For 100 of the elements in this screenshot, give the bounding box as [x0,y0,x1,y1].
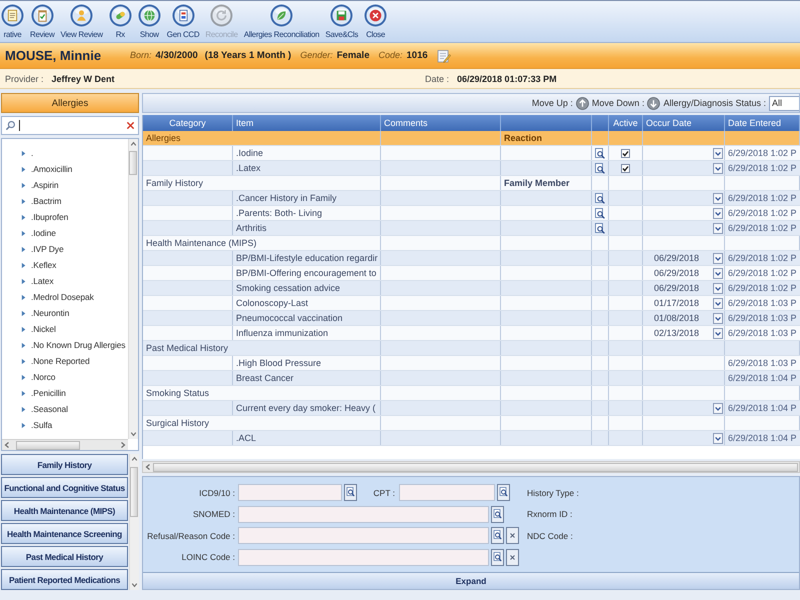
table-row[interactable]: Past Medical History [143,341,800,356]
toolbar-button[interactable]: Gen CCD [166,4,200,39]
close-icon[interactable] [506,527,519,544]
dropdown-icon[interactable] [713,328,723,338]
scrollbar-thumb[interactable] [130,467,138,517]
toolbar-button[interactable]: Rx [108,4,133,39]
input-field[interactable] [238,527,489,544]
caret-icon[interactable] [21,422,26,428]
caret-icon[interactable] [21,326,26,332]
list-item[interactable]: .Neurontin [2,305,128,321]
list-item[interactable]: .No Known Drug Allergies [2,337,128,353]
scrollbar[interactable] [128,139,138,439]
arrow-down-icon[interactable] [647,96,660,110]
table-row[interactable]: Pneumococcal vaccination 01/08/2018 6/29/2018 1:03 P [143,311,800,326]
list-item[interactable]: .Bactrim [2,193,128,209]
dropdown-icon[interactable] [713,208,723,218]
list-item[interactable]: .Nickel [2,321,128,337]
search-icon[interactable] [491,527,504,544]
caret-icon[interactable] [21,390,26,396]
list-item[interactable]: .Aspirin [2,177,128,193]
caret-icon[interactable] [21,294,26,300]
input-field[interactable] [238,548,489,566]
dropdown-icon[interactable] [713,162,723,174]
list-item[interactable]: .Sulfa [2,417,128,433]
table-row[interactable]: Surgical History [143,416,800,431]
clear-icon[interactable] [126,121,135,130]
caret-icon[interactable] [21,262,26,268]
search-icon[interactable] [491,506,504,523]
section-button[interactable]: Health Maintenance (MIPS) [1,500,128,521]
toolbar-button[interactable]: Save&Cls [324,4,360,39]
table-row[interactable]: Arthritis 6/29/2018 1:02 P [143,221,800,236]
search-icon[interactable] [344,484,357,502]
checkbox[interactable] [621,164,630,172]
list-item[interactable]: .IVP Dye [2,241,128,257]
table-row[interactable]: Colonoscopy-Last 01/17/2018 6/29/2018 1:03 P [143,296,800,311]
table-row[interactable]: .Parents: Both- Living 6/29/2018 1:02 P [143,206,800,221]
caret-icon[interactable] [21,406,26,412]
search-icon[interactable] [595,192,605,204]
table-row[interactable]: .Latex 6/29/2018 1:02 P [143,161,800,176]
scrollbar-thumb[interactable] [153,462,798,472]
list-item[interactable]: . [2,145,128,161]
list-item[interactable]: .Amoxicillin [2,161,128,177]
list-item[interactable]: .Penicillin [2,385,128,401]
list-item[interactable]: .Seasonal [2,401,128,417]
input-field[interactable] [399,484,495,502]
caret-icon[interactable] [21,342,26,348]
table-row[interactable]: Smoking cessation advice 06/29/2018 6/29/2018 1:02 P [143,281,800,296]
section-button[interactable]: Functional and Cognitive Status [1,477,128,498]
toolbar-button[interactable]: Review [29,4,56,39]
search-icon[interactable] [595,208,605,218]
search-icon[interactable] [595,162,605,174]
list-item[interactable]: .Latex [2,273,128,289]
dropdown-icon[interactable] [713,282,723,294]
search-icon[interactable] [491,548,504,566]
list-item[interactable]: .Medrol Dosepak [2,289,128,305]
list-item[interactable]: .Iodine [2,225,128,241]
close-icon[interactable] [506,548,519,566]
toolbar-button[interactable]: rative [0,4,25,39]
dropdown-icon[interactable] [713,148,723,158]
section-button[interactable]: Health Maintenance Screening [1,523,128,544]
note-icon[interactable] [436,48,451,62]
search-icon[interactable] [595,222,605,234]
caret-icon[interactable] [21,358,26,364]
expand-button[interactable]: Expand [143,572,799,589]
table-row[interactable]: Influenza immunization 02/13/2018 6/29/2018 1:03 P [143,326,800,341]
table-row[interactable]: Current every day smoker: Heavy ( 6/29/2018 1:04 P [143,401,800,416]
list-item[interactable]: .Ibuprofen [2,209,128,225]
caret-icon[interactable] [21,310,26,316]
toolbar-button[interactable]: View Review [59,4,104,39]
search-field[interactable] [1,116,139,135]
dropdown-icon[interactable] [713,298,723,308]
caret-icon[interactable] [21,166,26,172]
dropdown-icon[interactable] [713,252,723,264]
toolbar-button[interactable]: Allergies Reconciliation [242,4,320,39]
search-icon[interactable] [595,148,605,158]
toolbar-button[interactable]: Show [136,4,162,39]
table-row[interactable]: Breast Cancer 6/29/2018 1:04 P [143,371,800,386]
input-field[interactable] [238,484,342,502]
table-row[interactable]: .High Blood Pressure 6/29/2018 1:03 P [143,356,800,371]
scrollbar[interactable] [129,454,139,590]
section-button[interactable]: Patient Reported Medications [1,569,128,590]
status-dropdown[interactable]: All [769,96,799,110]
caret-icon[interactable] [21,278,26,284]
dropdown-icon[interactable] [713,222,723,234]
table-row[interactable]: .Cancer History in Family 6/29/2018 1:02 P [143,191,800,206]
list-item[interactable]: .None Reported [2,353,128,369]
checkbox[interactable] [621,148,630,158]
input-field[interactable] [238,506,489,523]
list-item[interactable]: .Keflex [2,257,128,273]
caret-icon[interactable] [21,246,26,252]
table-row[interactable]: .ACL 6/29/2018 1:04 P [143,431,800,446]
dropdown-icon[interactable] [713,312,723,324]
scrollbar-thumb[interactable] [16,440,80,450]
caret-icon[interactable] [21,182,26,188]
table-row[interactable]: Health Maintenance (MIPS) [143,236,800,251]
table-row[interactable]: .Iodine 6/29/2018 1:02 P [143,146,800,161]
scrollbar[interactable] [142,461,800,473]
caret-icon[interactable] [21,214,26,220]
scrollbar[interactable] [2,439,128,450]
table-row[interactable]: Family History Family Member [143,176,800,191]
